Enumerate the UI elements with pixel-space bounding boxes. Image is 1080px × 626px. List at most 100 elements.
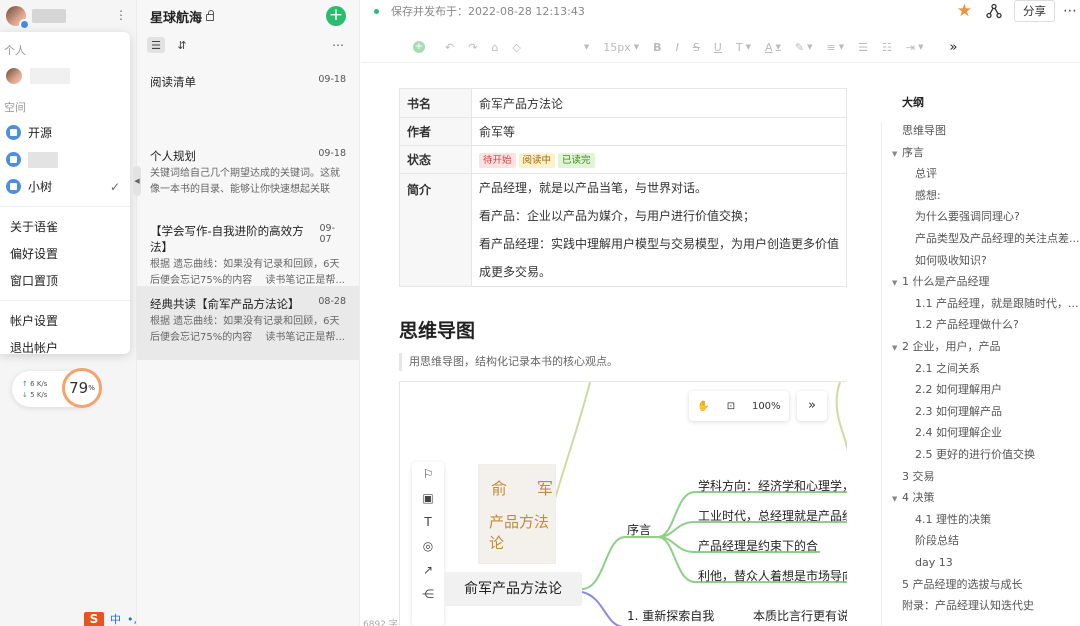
outline-item[interactable]: ▼ 1 什么是产品经理 (892, 271, 990, 292)
insert-icon[interactable]: + (413, 41, 425, 53)
outline-item[interactable]: 1.2 产品经理做什么? (915, 314, 1019, 335)
outline-item[interactable]: 2.4 如何理解企业 (915, 422, 1002, 443)
underline-icon[interactable]: U (714, 41, 722, 54)
connector-icon[interactable]: ↗ (412, 558, 444, 582)
mindmap-node[interactable]: 本质比言行更有说服 (753, 607, 847, 624)
outline-item[interactable]: 3 交易 (902, 466, 935, 487)
table-value[interactable]: 俞军等 (471, 117, 847, 146)
sort-icon[interactable]: ⇵ (173, 37, 191, 53)
outline-item[interactable]: 2.3 如何理解产品 (915, 401, 1002, 422)
italic-icon[interactable]: I (676, 41, 679, 54)
share-button[interactable]: 分享 (1014, 0, 1055, 22)
collapse-arrow-icon[interactable]: ▼ (892, 489, 902, 508)
align-icon[interactable]: ≡ ▼ (827, 41, 845, 54)
status-tags[interactable]: 待开始 阅读中 已读完 (471, 145, 847, 174)
zoom-level[interactable]: 100% (752, 401, 781, 412)
shape-icon[interactable]: ◎ (412, 534, 444, 558)
mindmap-node[interactable]: 序言 (627, 521, 651, 538)
notebook-title[interactable]: 星球航海 (150, 7, 202, 26)
more-icon[interactable]: ⋯ (332, 38, 344, 52)
outline-item[interactable]: 总评 (915, 163, 937, 184)
list-item[interactable]: 个人规划 09-18 关键词给自己几个期望达成的关键词。这就像一本书的目录、能够让… (137, 148, 359, 204)
ime-lang[interactable]: 中 (110, 611, 121, 626)
outline-item[interactable]: 附录：产品经理认知迭代史 (902, 595, 1034, 616)
outline-item[interactable]: 阶段总结 (915, 530, 959, 551)
add-note-button[interactable]: + (326, 6, 346, 26)
indent-icon[interactable]: ⇥ ▼ (906, 41, 924, 54)
text-icon[interactable]: T (412, 510, 444, 534)
outline-item[interactable]: 4.1 理性的决策 (915, 509, 991, 530)
mindmap-node[interactable]: 学科方向：经济学和心理学，逐 (698, 477, 847, 494)
personal-account[interactable] (0, 62, 130, 89)
status-tag-reading[interactable]: 阅读中 (518, 152, 556, 168)
outline-item[interactable]: 如何吸收知识? (915, 250, 987, 271)
collapse-icon[interactable]: » (797, 391, 827, 421)
bullet-list-icon[interactable]: ☰ (858, 41, 868, 54)
menu-about[interactable]: 关于语雀 (0, 213, 130, 240)
menu-account-settings[interactable]: 帐户设置 (0, 307, 130, 334)
punctuation-icon[interactable]: •, (127, 613, 137, 626)
structure-icon[interactable] (986, 3, 1002, 19)
mindmap-node[interactable]: 工业时代，总经理就是产品经理 (698, 507, 847, 524)
strikethrough-icon[interactable]: S (693, 41, 700, 54)
outline-item[interactable]: 1.1 产品经理，就是跟随时代，... (915, 293, 1078, 314)
space-item-open-source[interactable]: 开源 (0, 119, 130, 146)
outline-item[interactable]: 2.2 如何理解用户 (915, 379, 1002, 400)
avatar[interactable] (6, 6, 30, 30)
outline-item[interactable]: 2.1 之间关系 (915, 358, 980, 379)
table-value[interactable]: 俞军产品方法论 (471, 88, 847, 118)
outline-item[interactable]: 5 产品经理的选拔与成长 (902, 574, 1023, 595)
paragraph-style-select[interactable]: ▼ (581, 43, 589, 51)
account-header[interactable]: ⋮ (0, 0, 136, 32)
menu-logout[interactable]: 退出帐户 (0, 334, 130, 361)
space-item-hidden[interactable] (0, 146, 130, 173)
mindmap-node[interactable]: 1. 重新探索自我 (627, 607, 714, 624)
fit-view-icon[interactable]: ⊡ (727, 401, 735, 412)
status-tag-done[interactable]: 已读完 (558, 152, 595, 168)
image-icon[interactable]: ▣ (412, 486, 444, 510)
redo-icon[interactable]: ↷ (468, 41, 477, 54)
text-style-icon[interactable]: T ▼ (736, 41, 751, 54)
menu-preferences[interactable]: 偏好设置 (0, 240, 130, 267)
outline-item[interactable]: 产品类型及产品经理的关注点差... (915, 228, 1080, 249)
outline-item[interactable]: ▼ 4 决策 (892, 487, 935, 508)
collapse-sidebar-handle[interactable]: ◀ (133, 166, 141, 196)
collapse-arrow-icon[interactable]: ▼ (892, 338, 902, 357)
outline-item[interactable]: ▼ 2 企业，用户，产品 (892, 336, 1001, 357)
outline-item[interactable]: 为什么要强调同理心? (915, 206, 1020, 227)
outline-item[interactable]: day 13 (915, 552, 953, 573)
collapse-arrow-icon[interactable]: ▼ (892, 273, 902, 292)
intro-cell[interactable]: 产品经理，就是以产品当笔，与世界对话。 看产品：企业以产品为媒介，与用户进行价值… (471, 173, 847, 287)
list-view-icon[interactable]: ☰ (147, 37, 165, 53)
collapse-arrow-icon[interactable]: ▼ (892, 144, 902, 163)
book-cover-image[interactable]: 俞 军 产品方法论 (478, 464, 556, 564)
undo-icon[interactable]: ↶ (445, 41, 454, 54)
star-icon[interactable]: ★ (957, 1, 972, 21)
space-item-xiaoshu[interactable]: 小树 ✓ (0, 173, 130, 200)
mindmap-node[interactable]: 产品经理是约束下的合 (698, 537, 818, 554)
ordered-list-icon[interactable]: ☷ (882, 41, 892, 54)
mindmap-board[interactable]: ✋ ⊡ 100% » ⚐ ▣ T ◎ ↗ ⋲ 俞 军 产品方法论 俞军产品方法论… (399, 381, 847, 626)
highlight-icon[interactable]: ✎ ▼ (795, 41, 813, 54)
status-tag-todo[interactable]: 待开始 (479, 152, 516, 168)
bold-icon[interactable]: B (653, 41, 661, 54)
node-style-icon[interactable]: ⚐ (412, 462, 444, 486)
outline-item[interactable]: 2.5 更好的进行价值交换 (915, 444, 1035, 465)
more-icon[interactable]: ⋯ (1063, 3, 1077, 19)
network-speed-widget[interactable]: ↑ 6 K/s ↓ 5 K/s 79% (12, 368, 102, 408)
list-item[interactable]: 【学会写作-自我进阶的高效方法】 09-07 根据 遗忘曲线：如果没有记录和回顾，… (137, 214, 359, 286)
more-icon[interactable]: ⋮ (115, 8, 127, 22)
list-item[interactable]: 阅读清单 09-18 (137, 74, 359, 140)
mindmap-root-node[interactable]: 俞军产品方法论 (444, 572, 582, 606)
font-color-icon[interactable]: A ▼ (765, 41, 781, 54)
menu-pin-window[interactable]: 窗口置顶 (0, 267, 130, 294)
mindmap-node[interactable]: 利他，替众人着想是市场导向型 (698, 567, 847, 584)
outline-item[interactable]: 感想: (915, 185, 941, 206)
format-painter-icon[interactable]: ⌂ (491, 41, 498, 54)
mindmap-icon[interactable]: ⋲ (412, 582, 444, 606)
clear-format-icon[interactable]: ◇ (512, 41, 520, 54)
font-size-select[interactable]: 15px ▼ (603, 41, 639, 54)
outline-item[interactable]: ▼ 序言 (892, 142, 924, 163)
outline-item[interactable]: 思维导图 (902, 120, 946, 141)
expand-toolbar-icon[interactable]: » (949, 40, 957, 55)
